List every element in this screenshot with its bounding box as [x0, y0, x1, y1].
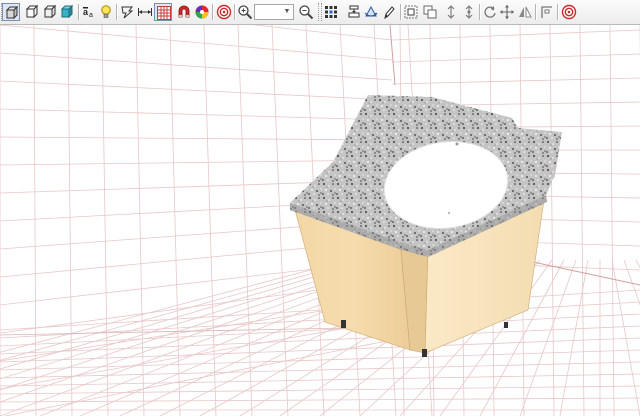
target-right-button[interactable] [560, 3, 578, 21]
room-scene [0, 25, 640, 416]
chevron-down-icon[interactable]: ▼ [282, 6, 292, 18]
grid-line [0, 52, 393, 81]
toolbar: a a ▼ [0, 0, 640, 25]
magnet-snap-icon [178, 5, 190, 18]
light-bulb-button[interactable] [97, 3, 115, 21]
view-box-color-icon [60, 4, 74, 19]
grid-line [135, 25, 145, 416]
zoom-out-button[interactable] [297, 3, 315, 21]
grid-line [0, 136, 393, 141]
walk-through-button[interactable] [118, 3, 136, 21]
move-vertical-alt-button[interactable] [460, 3, 478, 21]
color-wheel-icon [195, 5, 209, 19]
grid-line [0, 349, 640, 371]
view-box-side-button[interactable] [41, 3, 59, 21]
grid-line [169, 25, 181, 416]
move-vertical-button[interactable] [442, 3, 460, 21]
frame-group-button[interactable] [421, 3, 439, 21]
move-arrows-icon [500, 5, 514, 19]
grid-line [0, 259, 349, 353]
text-size-icon: a a [83, 7, 93, 19]
zoom-out-icon [299, 5, 314, 20]
grid-line [0, 80, 393, 101]
target-button[interactable] [215, 3, 233, 21]
room-corner-edge [389, 25, 396, 86]
grid-line [101, 25, 109, 416]
grid-line [391, 53, 640, 63]
grid-toggle-button[interactable] [154, 3, 172, 21]
color-wheel-button[interactable] [193, 3, 211, 21]
rotate-3d-button[interactable] [362, 3, 380, 21]
select-points-icon [325, 6, 337, 18]
toolbar-separator [78, 4, 80, 20]
toolbar-separator [557, 4, 559, 20]
rotate-button[interactable] [481, 3, 499, 21]
cabinet-foot [422, 349, 427, 357]
frame-select-icon [404, 5, 418, 19]
room-floor-edge [532, 261, 640, 286]
cabinet-foot [504, 322, 508, 328]
rotate-icon [484, 6, 496, 18]
corner-icon [541, 6, 552, 18]
target-right-icon [561, 4, 577, 20]
target-icon [216, 4, 232, 20]
grid-line [0, 385, 640, 395]
grid-line [391, 29, 640, 41]
corner-sink-cabinet[interactable] [290, 95, 562, 357]
dimension-button[interactable] [136, 3, 154, 21]
zoom-level-combo[interactable]: ▼ [254, 4, 294, 20]
grid-line [203, 25, 217, 416]
light-bulb-icon [101, 5, 111, 18]
grid-line [0, 397, 640, 403]
toolbar-separator [212, 4, 214, 20]
view-box-front-button[interactable] [23, 3, 41, 21]
corner-button[interactable] [538, 3, 556, 21]
mirror-icon [519, 6, 532, 18]
sink-faucet-hole [455, 142, 459, 146]
3d-viewport[interactable] [0, 25, 640, 416]
zoom-in-button[interactable] [236, 3, 254, 21]
rotate-3d-icon [364, 5, 378, 17]
edit-pencil-button[interactable] [380, 3, 398, 21]
grid-line [237, 25, 253, 416]
grid-line [33, 25, 37, 416]
grid-line [391, 77, 640, 85]
view-box-color-button[interactable] [58, 3, 76, 21]
frame-select-button[interactable] [402, 3, 420, 21]
move-vertical-icon [447, 5, 455, 19]
align-center-icon [348, 5, 360, 18]
walk-through-icon [121, 6, 134, 19]
cabinet-foot [341, 320, 346, 328]
grid-toggle-icon [157, 6, 171, 20]
edit-pencil-icon [384, 6, 395, 20]
mirror-button[interactable] [516, 3, 534, 21]
grid-line [251, 25, 393, 41]
grid-line [0, 108, 393, 121]
sink-drain [447, 211, 451, 215]
view-box-side-icon [43, 4, 57, 19]
magnet-snap-button[interactable] [175, 3, 193, 21]
zoom-in-icon [238, 5, 253, 20]
view-3d-solid-button[interactable] [2, 3, 20, 21]
toolbar-separator [535, 4, 537, 20]
view-3d-solid-icon [5, 5, 19, 20]
frame-group-icon [423, 5, 437, 19]
align-center-button[interactable] [345, 3, 363, 21]
select-points-button[interactable] [322, 3, 340, 21]
grid-line [0, 25, 393, 61]
grid-line [609, 25, 615, 416]
grid-line [549, 25, 555, 416]
view-box-front-icon [25, 4, 39, 19]
move-vertical-alt-icon [465, 5, 473, 19]
move-arrows-button[interactable] [498, 3, 516, 21]
dimension-icon [138, 8, 152, 16]
grid-line [271, 25, 289, 416]
svg-text:a: a [89, 12, 93, 19]
